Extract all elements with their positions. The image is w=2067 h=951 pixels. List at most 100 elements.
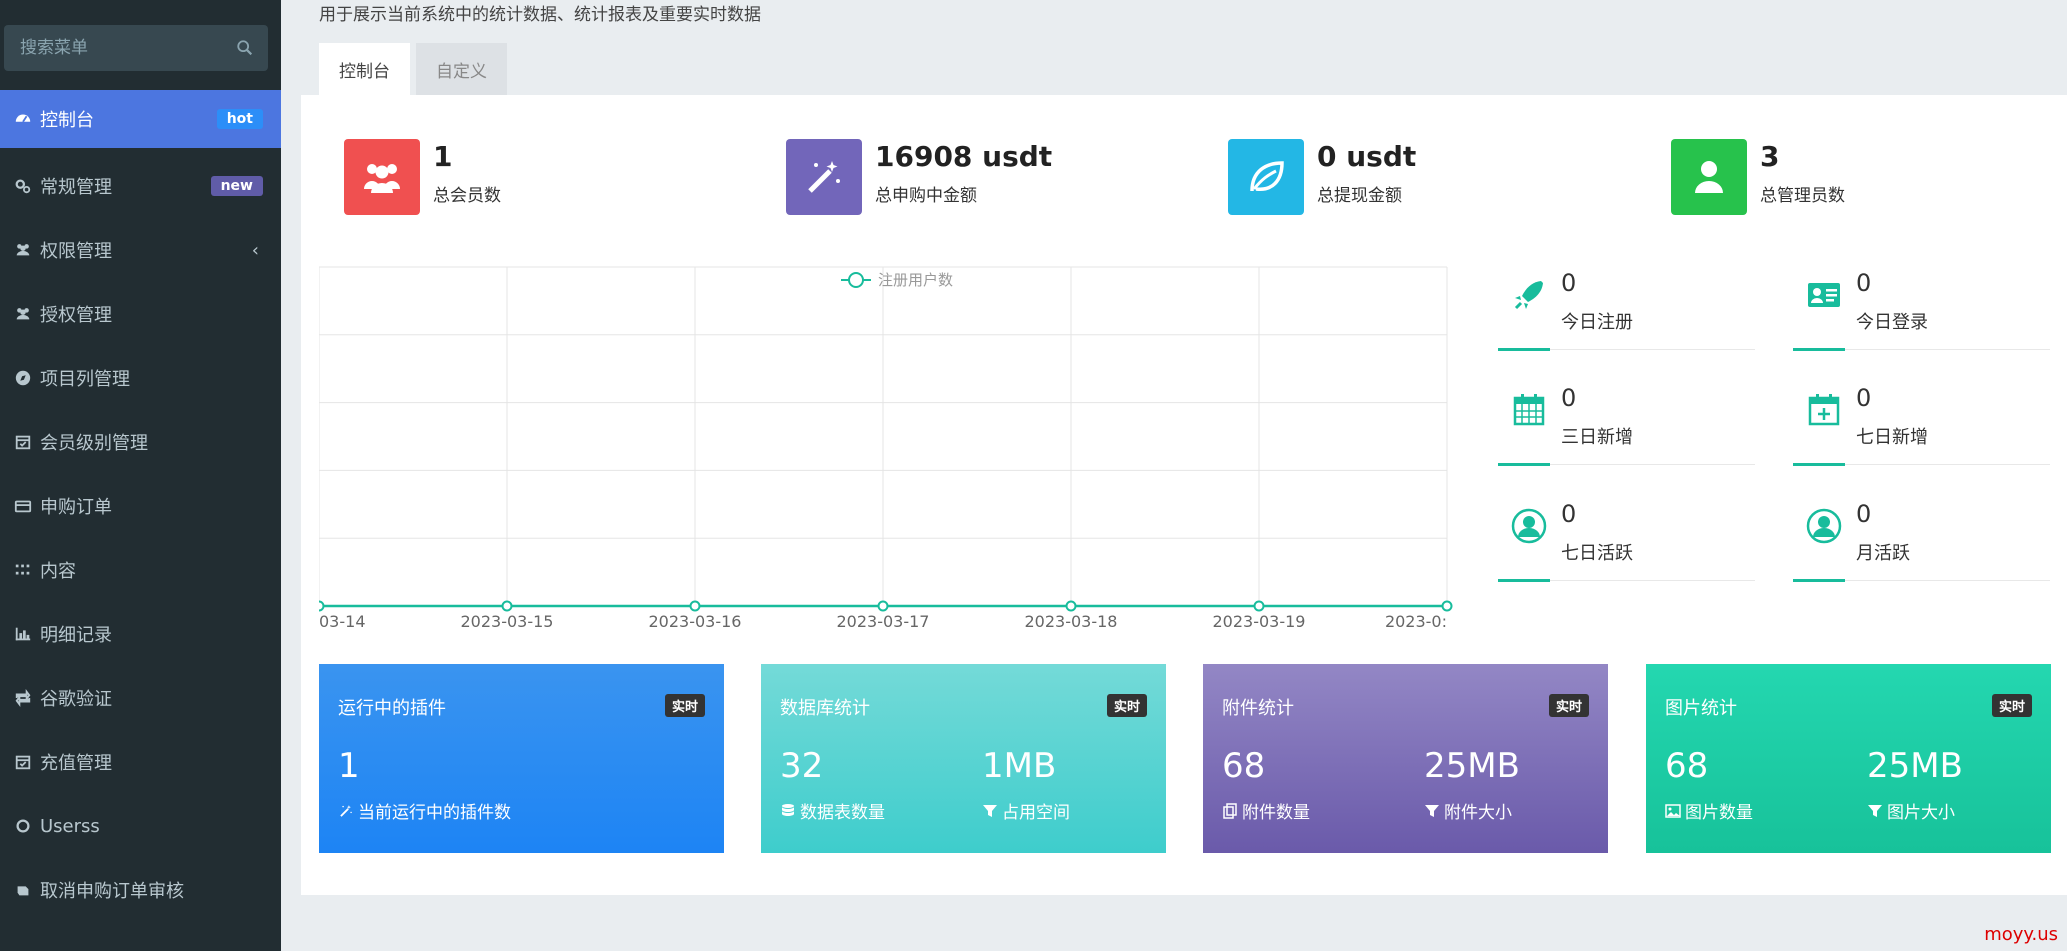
mini-stat-label: 七日新增	[1856, 427, 1928, 448]
mini-stat-label: 今日登录	[1856, 312, 1928, 333]
mini-stat-value: 0	[1856, 500, 1872, 528]
menu-search	[4, 25, 268, 71]
mini-stat: 0 七日新增	[1793, 381, 2050, 466]
x-tick-label: 03-14	[319, 612, 366, 631]
sidebar-item-10[interactable]: 充值管理	[0, 730, 281, 794]
sidebar-item-5[interactable]: 会员级别管理	[0, 410, 281, 474]
card-sub-label: 附件大小	[1444, 803, 1512, 823]
calendar-icon	[1508, 389, 1550, 431]
legend-marker-icon	[848, 272, 864, 288]
sidebar-item-label: 控制台	[40, 110, 94, 131]
sidebar-item-8[interactable]: 明细记录	[0, 602, 281, 666]
stat-label: 总申购中金额	[875, 186, 977, 206]
sidebar-menu: 控制台 hot 常规管理 new 权限管理 ‹ 授权管理 项目列管理会员级别管理申购订单 内容明…	[0, 90, 281, 922]
database-icon	[780, 803, 800, 819]
stat-label: 总管理员数	[1760, 186, 1845, 206]
stat-block: 0 usdt 总提现金额	[1228, 139, 1416, 215]
user-circle-icon	[1803, 505, 1845, 547]
search-icon[interactable]	[236, 39, 254, 57]
stat-block: 16908 usdt 总申购中金额	[786, 139, 1052, 215]
menu-search-input[interactable]	[4, 25, 224, 71]
calendar-plus-icon	[1803, 389, 1845, 431]
x-tick-label: 2023-03-18	[1025, 612, 1118, 631]
sidebar-item-1[interactable]: 常规管理 new	[0, 154, 281, 218]
data-point[interactable]	[1065, 600, 1077, 612]
stat-label: 总会员数	[433, 186, 501, 206]
image-icon	[1665, 803, 1685, 819]
stat-block: 3 总管理员数	[1671, 139, 1845, 215]
card-number: 25MB	[1424, 746, 1520, 786]
data-point[interactable]	[877, 600, 889, 612]
x-tick-label: 2023-03-15	[461, 612, 554, 631]
stat-label: 总提现金额	[1317, 186, 1402, 206]
summary-card: 附件统计 实时 68 附件数量 25MB 附件大小	[1203, 664, 1608, 853]
sidebar-item-label: Userss	[40, 815, 100, 837]
card-title: 附件统计	[1222, 698, 1294, 719]
retweet-icon	[12, 687, 34, 709]
legend-label[interactable]: 注册用户数	[878, 271, 953, 289]
card-sub-label: 图片大小	[1887, 803, 1955, 823]
sidebar-item-12[interactable]: 取消申购订单审核	[0, 858, 281, 922]
tab-custom[interactable]: 自定义	[416, 43, 507, 95]
mini-stat-underline	[1793, 579, 1845, 582]
sidebar-item-11[interactable]: Userss	[0, 794, 281, 858]
card-sub: 附件大小	[1424, 798, 1512, 823]
stat-text: 16908 usdt 总申购中金额	[875, 140, 1052, 206]
mini-stat: 0 三日新增	[1498, 381, 1755, 466]
sidebar-item-4[interactable]: 项目列管理	[0, 346, 281, 410]
group-icon	[12, 303, 34, 325]
filter-icon	[1867, 803, 1887, 819]
data-point[interactable]	[319, 600, 325, 612]
card-number: 25MB	[1867, 746, 1963, 786]
data-point[interactable]	[501, 600, 513, 612]
grid-icon	[12, 559, 34, 581]
mini-stat-underline	[1498, 348, 1550, 351]
compass-icon	[12, 367, 34, 389]
realtime-badge: 实时	[664, 694, 705, 717]
sidebar-item-label: 谷歌验证	[40, 689, 112, 710]
card-title: 运行中的插件	[338, 698, 446, 719]
stat-value: 3	[1760, 140, 1780, 173]
data-point[interactable]	[689, 600, 701, 612]
mini-stat-underline	[1498, 579, 1550, 582]
user-icon	[1671, 139, 1747, 215]
register-users-chart: 03-14 2023-03-15 2023-03-16 2023-03-17 2023-…	[319, 266, 1453, 631]
card-sub: 图片大小	[1867, 798, 1955, 823]
sidebar-item-label: 充值管理	[40, 753, 112, 774]
x-tick-label: 2023-03-16	[649, 612, 742, 631]
realtime-badge: 实时	[1548, 694, 1589, 717]
mini-stat-value: 0	[1856, 384, 1872, 412]
dashboard-icon	[12, 108, 34, 130]
mini-stat-value: 0	[1856, 269, 1872, 297]
magic-icon	[338, 803, 358, 819]
sidebar-item-7[interactable]: 内容	[0, 538, 281, 602]
menu-badge: new	[210, 176, 263, 196]
mini-stat-label: 七日活跃	[1561, 543, 1633, 564]
x-tick-label: 2023-03-19	[1213, 612, 1306, 631]
sidebar-item-6[interactable]: 申购订单	[0, 474, 281, 538]
sidebar-item-label: 会员级别管理	[40, 433, 148, 454]
sidebar-item-9[interactable]: 谷歌验证	[0, 666, 281, 730]
menu-badge: hot	[216, 109, 263, 129]
mini-stat-value: 0	[1561, 384, 1577, 412]
tab-bar: 控制台 自定义	[319, 43, 513, 95]
sidebar-item-0[interactable]: 控制台 hot	[0, 90, 281, 148]
stat-text: 3 总管理员数	[1760, 140, 1845, 206]
chevron-left-icon[interactable]: ‹	[252, 240, 259, 261]
data-point[interactable]	[1441, 600, 1453, 612]
card-sub: 附件数量	[1222, 798, 1310, 823]
sidebar-item-2[interactable]: 权限管理 ‹	[0, 218, 281, 282]
calendar-check-icon	[12, 431, 34, 453]
calendar-check-icon	[12, 751, 34, 773]
card-sub-label: 占用空间	[1002, 803, 1070, 823]
tab-dashboard[interactable]: 控制台	[319, 43, 410, 95]
vcard-icon	[1803, 274, 1845, 316]
data-point[interactable]	[1253, 600, 1265, 612]
mini-stat: 0 月活跃	[1793, 497, 2050, 582]
sidebar-item-label: 常规管理	[40, 177, 112, 198]
sidebar-item-3[interactable]: 授权管理	[0, 282, 281, 346]
card-sub: 当前运行中的插件数	[338, 798, 511, 823]
mini-stat: 0 七日活跃	[1498, 497, 1755, 582]
stat-text: 0 usdt 总提现金额	[1317, 140, 1416, 206]
mini-stat-value: 0	[1561, 500, 1577, 528]
